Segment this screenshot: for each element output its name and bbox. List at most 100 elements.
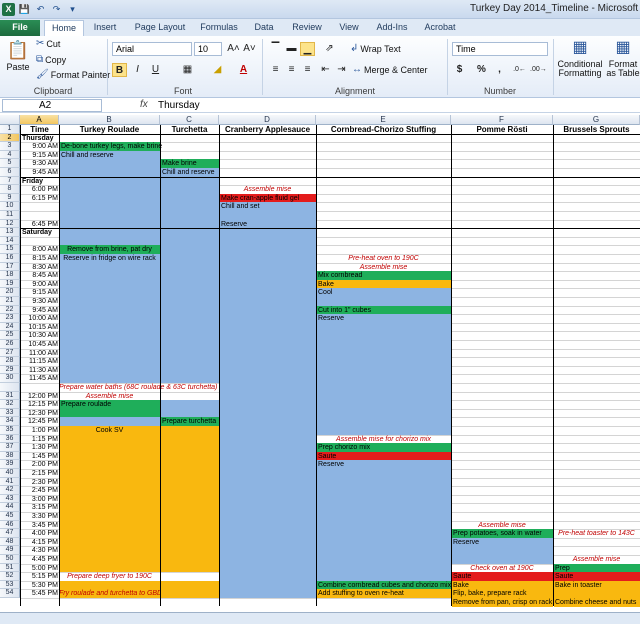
activity-label[interactable]: Combine cheese and nuts xyxy=(555,599,636,606)
tab-data[interactable]: Data xyxy=(250,20,278,36)
activity-label[interactable]: Cook SV xyxy=(59,427,160,434)
row-header[interactable]: 53 xyxy=(0,580,20,590)
row-header[interactable]: 33 xyxy=(0,408,20,418)
tab-file[interactable]: File xyxy=(0,20,40,36)
activity-label[interactable]: Cool xyxy=(318,289,332,296)
decrease-decimal-icon[interactable]: .00→ xyxy=(530,63,547,77)
column-header-e[interactable]: E xyxy=(316,115,451,125)
activity-bar[interactable] xyxy=(161,426,219,573)
row-header[interactable]: 2 xyxy=(0,133,20,143)
activity-label[interactable]: Add stuffing to oven re-heat xyxy=(318,590,404,597)
row-header[interactable]: 41 xyxy=(0,477,20,487)
activity-label[interactable]: Prepare deep fryer to 190C xyxy=(59,573,160,580)
time-cell[interactable]: 3:00 PM xyxy=(20,496,58,503)
row-header[interactable]: 38 xyxy=(0,451,20,461)
align-right-icon[interactable]: ≡ xyxy=(300,63,315,77)
activity-bar[interactable] xyxy=(317,288,451,306)
row-header[interactable]: 18 xyxy=(0,271,20,280)
percent-button[interactable]: % xyxy=(474,63,489,77)
activity-bar[interactable] xyxy=(317,460,451,581)
row-header[interactable]: 3 xyxy=(0,142,20,151)
activity-bar[interactable] xyxy=(161,400,219,418)
time-cell[interactable]: 2:45 PM xyxy=(20,487,58,494)
time-cell[interactable]: 5:00 PM xyxy=(20,565,58,572)
activity-bar[interactable] xyxy=(161,580,219,598)
column-header-g[interactable]: G xyxy=(553,115,640,125)
italic-button[interactable]: I xyxy=(130,63,145,77)
activity-bar[interactable] xyxy=(220,219,316,598)
activity-label[interactable]: Bake xyxy=(318,281,334,288)
time-cell[interactable]: 10:45 AM xyxy=(20,341,58,348)
activity-label[interactable]: Prep potatoes, soak in water xyxy=(453,530,542,537)
time-cell[interactable]: 3:30 PM xyxy=(20,513,58,520)
activity-label[interactable]: Assemble mise xyxy=(59,393,160,400)
activity-label[interactable]: Chill and reserve xyxy=(162,169,215,176)
time-cell[interactable]: 9:00 AM xyxy=(20,281,58,288)
time-cell[interactable]: 11:00 AM xyxy=(20,350,58,357)
align-top-icon[interactable]: ▔ xyxy=(268,42,283,56)
underline-button[interactable]: U xyxy=(148,63,163,77)
row-header[interactable]: 15 xyxy=(0,245,20,254)
time-cell[interactable]: 9:15 AM xyxy=(20,152,58,159)
name-box[interactable]: A2 xyxy=(2,99,102,112)
currency-button[interactable]: $ xyxy=(452,63,467,77)
row-header[interactable]: 23 xyxy=(0,314,20,323)
row-header[interactable]: 48 xyxy=(0,537,20,547)
row-header[interactable]: 37 xyxy=(0,443,20,452)
activity-label[interactable]: Make cran-apple fluid gel xyxy=(221,195,299,202)
align-center-icon[interactable]: ≡ xyxy=(284,63,299,77)
time-cell[interactable]: 10:15 AM xyxy=(20,324,58,331)
row-header[interactable]: 43 xyxy=(0,494,20,504)
column-header-d[interactable]: D xyxy=(219,115,316,125)
row-header[interactable]: 22 xyxy=(0,305,20,315)
row-header[interactable]: 47 xyxy=(0,529,20,538)
time-cell[interactable]: 5:30 PM xyxy=(20,582,58,589)
tab-formulas[interactable]: Formulas xyxy=(196,20,242,36)
column-header-c[interactable]: C xyxy=(160,115,219,125)
align-bottom-icon[interactable]: ▁ xyxy=(300,42,315,56)
grow-font-icon[interactable]: A˄ xyxy=(226,42,241,56)
row-header[interactable]: 19 xyxy=(0,279,20,289)
activity-label[interactable]: Flip, bake, prepare rack xyxy=(453,590,527,597)
activity-label[interactable]: Reserve xyxy=(221,221,247,228)
time-cell[interactable]: 4:30 PM xyxy=(20,547,58,554)
insert-function-icon[interactable]: fx xyxy=(140,99,148,110)
row-header[interactable]: 25 xyxy=(0,331,20,340)
day-label[interactable]: Thursday xyxy=(22,135,54,142)
activity-bar[interactable] xyxy=(317,314,451,435)
row-header[interactable]: 45 xyxy=(0,512,20,521)
number-format-box[interactable]: Time xyxy=(452,42,548,56)
row-header[interactable]: 34 xyxy=(0,417,20,426)
row-header[interactable]: 36 xyxy=(0,434,20,444)
time-cell[interactable]: 2:30 PM xyxy=(20,479,58,486)
time-cell[interactable]: 5:45 PM xyxy=(20,590,58,597)
time-cell[interactable]: 12:15 PM xyxy=(20,401,58,408)
row-header[interactable]: 10 xyxy=(0,202,20,211)
row-header[interactable]: 39 xyxy=(0,460,20,469)
time-cell[interactable]: 8:15 AM xyxy=(20,255,58,262)
row-header[interactable]: 5 xyxy=(0,159,20,168)
activity-label[interactable]: Cut into 1" cubes xyxy=(318,307,371,314)
copy-button[interactable]: ⧉ Copy xyxy=(36,55,66,66)
paste-button[interactable]: 📋 Paste xyxy=(6,40,30,72)
comma-button[interactable]: , xyxy=(492,63,507,77)
time-cell[interactable]: 8:45 AM xyxy=(20,272,58,279)
font-name-box[interactable]: Arial xyxy=(112,42,192,56)
borders-icon[interactable]: ▦ xyxy=(180,63,195,77)
activity-label[interactable]: Prepare turchetta xyxy=(162,418,216,425)
activity-label[interactable]: Assemble mise xyxy=(316,264,451,271)
activity-label[interactable]: Saute xyxy=(453,573,471,580)
activity-bar[interactable] xyxy=(60,580,160,590)
format-as-table-button[interactable]: ▦ Format as Table xyxy=(606,38,640,78)
row-header[interactable]: 40 xyxy=(0,469,20,478)
tab-view[interactable]: View xyxy=(334,20,364,36)
row-header[interactable]: 54 xyxy=(0,589,20,598)
activity-label[interactable]: Assemble mise xyxy=(219,186,316,193)
tab-acrobat[interactable]: Acrobat xyxy=(420,20,460,36)
time-cell[interactable]: 2:00 PM xyxy=(20,461,58,468)
row-header[interactable]: 8 xyxy=(0,185,20,194)
activity-label[interactable]: Prep chorizo mix xyxy=(318,444,370,451)
activity-bar[interactable] xyxy=(60,254,160,383)
activity-label[interactable]: Bake in toaster xyxy=(555,582,602,589)
activity-label[interactable]: Saute xyxy=(318,453,336,460)
